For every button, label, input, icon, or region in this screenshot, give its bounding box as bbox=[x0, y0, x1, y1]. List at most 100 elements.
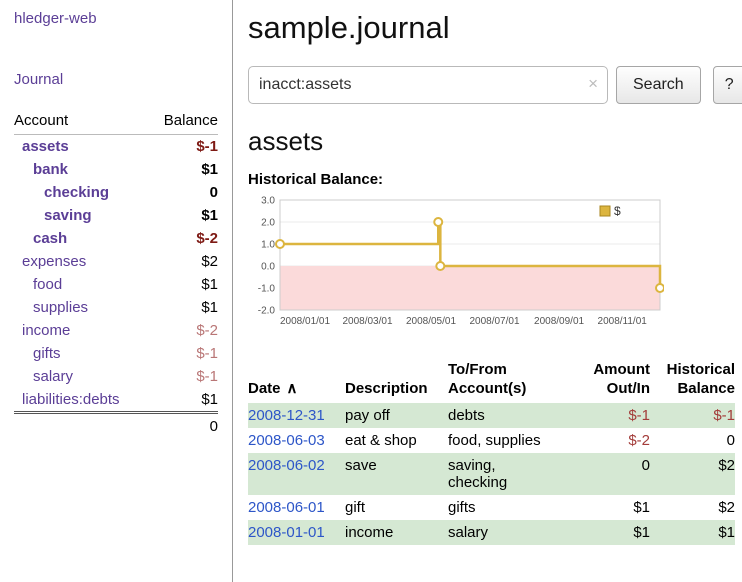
help-button[interactable]: ? bbox=[713, 66, 742, 104]
transaction-description: income bbox=[345, 520, 448, 545]
legend-label: $ bbox=[614, 204, 621, 218]
app-window: hledger-web Journal Account Balance asse… bbox=[0, 0, 742, 582]
data-point-marker bbox=[434, 218, 442, 226]
column-header-date-label: Date bbox=[248, 380, 281, 397]
account-link[interactable]: salary bbox=[14, 368, 73, 385]
column-header-date[interactable]: Date ∧ bbox=[248, 359, 345, 403]
account-link[interactable]: saving bbox=[14, 207, 92, 224]
clear-search-icon[interactable]: × bbox=[588, 75, 598, 92]
transaction-amount: 0 bbox=[578, 453, 650, 495]
transaction-amount: $1 bbox=[578, 495, 650, 520]
y-tick-label: -1.0 bbox=[258, 284, 276, 295]
column-header-balance: Historical Balance bbox=[650, 359, 735, 403]
transaction-date-link[interactable]: 2008-01-01 bbox=[248, 524, 325, 541]
transaction-accounts: saving, checking bbox=[448, 453, 578, 495]
transaction-balance: $2 bbox=[650, 453, 735, 495]
account-balance: $1 bbox=[149, 388, 218, 413]
accounts-header-balance: Balance bbox=[149, 108, 218, 135]
account-balance: $-1 bbox=[149, 365, 218, 388]
account-link[interactable]: assets bbox=[14, 138, 69, 155]
search-bar: × Search ? bbox=[248, 66, 742, 104]
x-tick-label: 2008/05/01 bbox=[406, 316, 456, 327]
column-header-accounts: To/From Account(s) bbox=[448, 359, 578, 403]
accounts-total-balance: 0 bbox=[149, 413, 218, 439]
account-row: gifts $-1 bbox=[14, 342, 218, 365]
transaction-amount: $-2 bbox=[578, 428, 650, 453]
accounts-table: Account Balance assets $-1 bank $1 checking 0… bbox=[14, 108, 218, 438]
x-tick-label: 2008/09/01 bbox=[534, 316, 584, 327]
transaction-row: 2008-06-01 giftgifts$1$2 bbox=[248, 495, 735, 520]
account-balance: $1 bbox=[149, 158, 218, 181]
transaction-row: 2008-06-03eat & shopfood, supplies$-20 bbox=[248, 428, 735, 453]
account-balance: $-1 bbox=[149, 342, 218, 365]
main-content: sample.journal × Search ? assets Histori… bbox=[233, 0, 742, 582]
transaction-description: pay off bbox=[345, 403, 448, 428]
search-button[interactable]: Search bbox=[616, 66, 701, 104]
transaction-accounts: gifts bbox=[448, 495, 578, 520]
transaction-accounts: food, supplies bbox=[448, 428, 578, 453]
account-balance: $1 bbox=[149, 296, 218, 319]
transactions-header-row: Date ∧ Description To/From Account(s) Amo… bbox=[248, 359, 735, 403]
column-header-description: Description bbox=[345, 359, 448, 403]
transaction-description: gift bbox=[345, 495, 448, 520]
account-row: supplies $1 bbox=[14, 296, 218, 319]
transaction-amount: $1 bbox=[578, 520, 650, 545]
account-row: checking 0 bbox=[14, 181, 218, 204]
account-link[interactable]: income bbox=[14, 322, 70, 339]
account-link[interactable]: bank bbox=[14, 161, 68, 178]
transaction-balance: $2 bbox=[650, 495, 735, 520]
sidebar: hledger-web Journal Account Balance asse… bbox=[0, 0, 233, 582]
account-balance: 0 bbox=[149, 181, 218, 204]
transaction-row: 2008-12-31pay offdebts$-1$-1 bbox=[248, 403, 735, 428]
transaction-date-link[interactable]: 2008-06-03 bbox=[248, 432, 325, 449]
transaction-description: eat & shop bbox=[345, 428, 448, 453]
account-row: income$-2 bbox=[14, 319, 218, 342]
y-tick-label: 3.0 bbox=[261, 196, 275, 207]
account-link[interactable]: liabilities:debts bbox=[14, 391, 120, 408]
account-link[interactable]: supplies bbox=[14, 299, 88, 316]
column-header-amount: Amount Out/In bbox=[578, 359, 650, 403]
account-balance: $-1 bbox=[149, 135, 218, 159]
account-link[interactable]: checking bbox=[14, 184, 109, 201]
account-link[interactable]: expenses bbox=[14, 253, 86, 270]
account-row: salary $-1 bbox=[14, 365, 218, 388]
account-link[interactable]: gifts bbox=[14, 345, 61, 362]
transaction-amount: $-1 bbox=[578, 403, 650, 428]
account-row: saving $1 bbox=[14, 204, 218, 227]
transaction-accounts: debts bbox=[448, 403, 578, 428]
account-link[interactable]: food bbox=[14, 276, 62, 293]
transaction-date-link[interactable]: 2008-06-01 bbox=[248, 499, 325, 516]
accounts-total-row: 0 bbox=[14, 413, 218, 439]
transaction-accounts: salary bbox=[448, 520, 578, 545]
account-heading: assets bbox=[248, 126, 742, 157]
accounts-header-row: Account Balance bbox=[14, 108, 218, 135]
nav-journal-link[interactable]: Journal bbox=[14, 71, 218, 88]
page-title: sample.journal bbox=[248, 10, 742, 46]
y-tick-label: 1.0 bbox=[261, 240, 275, 251]
account-row: liabilities:debts $1 bbox=[14, 388, 218, 413]
x-tick-label: 2008/11/01 bbox=[598, 316, 648, 327]
account-row: cash $-2 bbox=[14, 227, 218, 250]
account-link[interactable]: cash bbox=[14, 230, 67, 247]
account-balance: $2 bbox=[149, 250, 218, 273]
account-row: expenses $2 bbox=[14, 250, 218, 273]
sort-asc-icon: ∧ bbox=[287, 380, 298, 397]
x-tick-label: 2008/07/01 bbox=[469, 316, 519, 327]
negative-region bbox=[280, 266, 660, 310]
transaction-row: 2008-06-02savesaving, checking0$2 bbox=[248, 453, 735, 495]
transaction-date-link[interactable]: 2008-12-31 bbox=[248, 407, 325, 424]
accounts-total-spacer bbox=[14, 413, 149, 439]
account-balance: $1 bbox=[149, 204, 218, 227]
y-tick-label: 0.0 bbox=[261, 262, 275, 273]
y-tick-label: -2.0 bbox=[258, 306, 276, 317]
account-balance: $-2 bbox=[149, 227, 218, 250]
app-title-link[interactable]: hledger-web bbox=[14, 10, 218, 27]
transaction-row: 2008-01-01incomesalary$1$1 bbox=[248, 520, 735, 545]
transaction-date-link[interactable]: 2008-06-02 bbox=[248, 457, 325, 474]
account-row: bank $1 bbox=[14, 158, 218, 181]
search-input[interactable] bbox=[248, 66, 608, 104]
chart-heading: Historical Balance: bbox=[248, 171, 742, 188]
legend-swatch bbox=[600, 206, 610, 216]
transactions-table: Date ∧ Description To/From Account(s) Amo… bbox=[248, 359, 735, 545]
y-tick-label: 2.0 bbox=[261, 218, 275, 229]
